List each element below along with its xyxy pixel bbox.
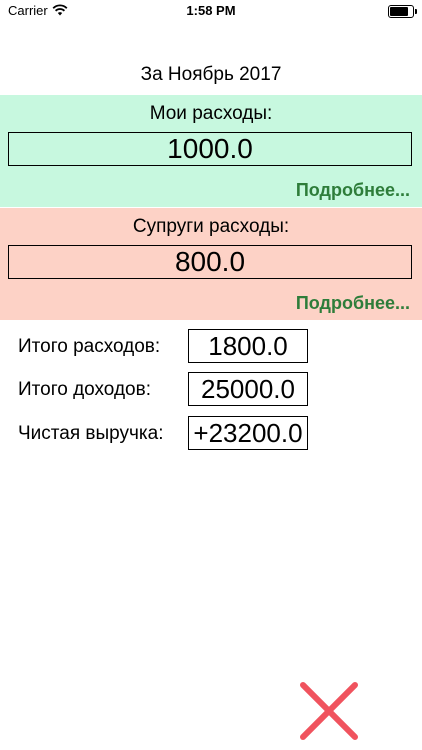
my-expenses-more-link[interactable]: Подробнее... bbox=[296, 180, 410, 201]
net-profit-label: Чистая выручка: bbox=[18, 423, 164, 444]
status-bar: Carrier 1:58 PM bbox=[0, 0, 422, 22]
total-income-row: Итого доходов: 25000.0 bbox=[18, 372, 318, 406]
close-button[interactable] bbox=[298, 680, 360, 742]
net-profit-row: Чистая выручка: +23200.0 bbox=[18, 416, 318, 450]
spouse-expenses-more-link[interactable]: Подробнее... bbox=[296, 293, 410, 314]
close-x-icon bbox=[300, 682, 358, 740]
my-expenses-amount-field[interactable]: 1000.0 bbox=[8, 132, 412, 166]
total-expenses-row: Итого расходов: 1800.0 bbox=[18, 329, 318, 363]
total-income-label: Итого доходов: bbox=[18, 379, 151, 400]
period-title: За Ноябрь 2017 bbox=[140, 64, 282, 85]
net-profit-value: +23200.0 bbox=[188, 416, 308, 450]
my-expenses-label: Мои расходы: bbox=[149, 103, 273, 124]
spouse-expenses-section: Супруги расходы: 800.0 Подробнее... bbox=[0, 208, 422, 320]
status-time: 1:58 PM bbox=[186, 3, 236, 18]
total-expenses-value: 1800.0 bbox=[188, 329, 308, 363]
spouse-expenses-amount-field[interactable]: 800.0 bbox=[8, 245, 412, 279]
battery-level bbox=[390, 7, 408, 16]
total-expenses-label: Итого расходов: bbox=[18, 336, 161, 357]
battery-icon bbox=[388, 5, 417, 18]
total-income-value[interactable]: 25000.0 bbox=[188, 372, 308, 406]
spouse-expenses-label: Супруги расходы: bbox=[132, 216, 290, 237]
my-expenses-section: Мои расходы: 1000.0 Подробнее... bbox=[0, 95, 422, 207]
